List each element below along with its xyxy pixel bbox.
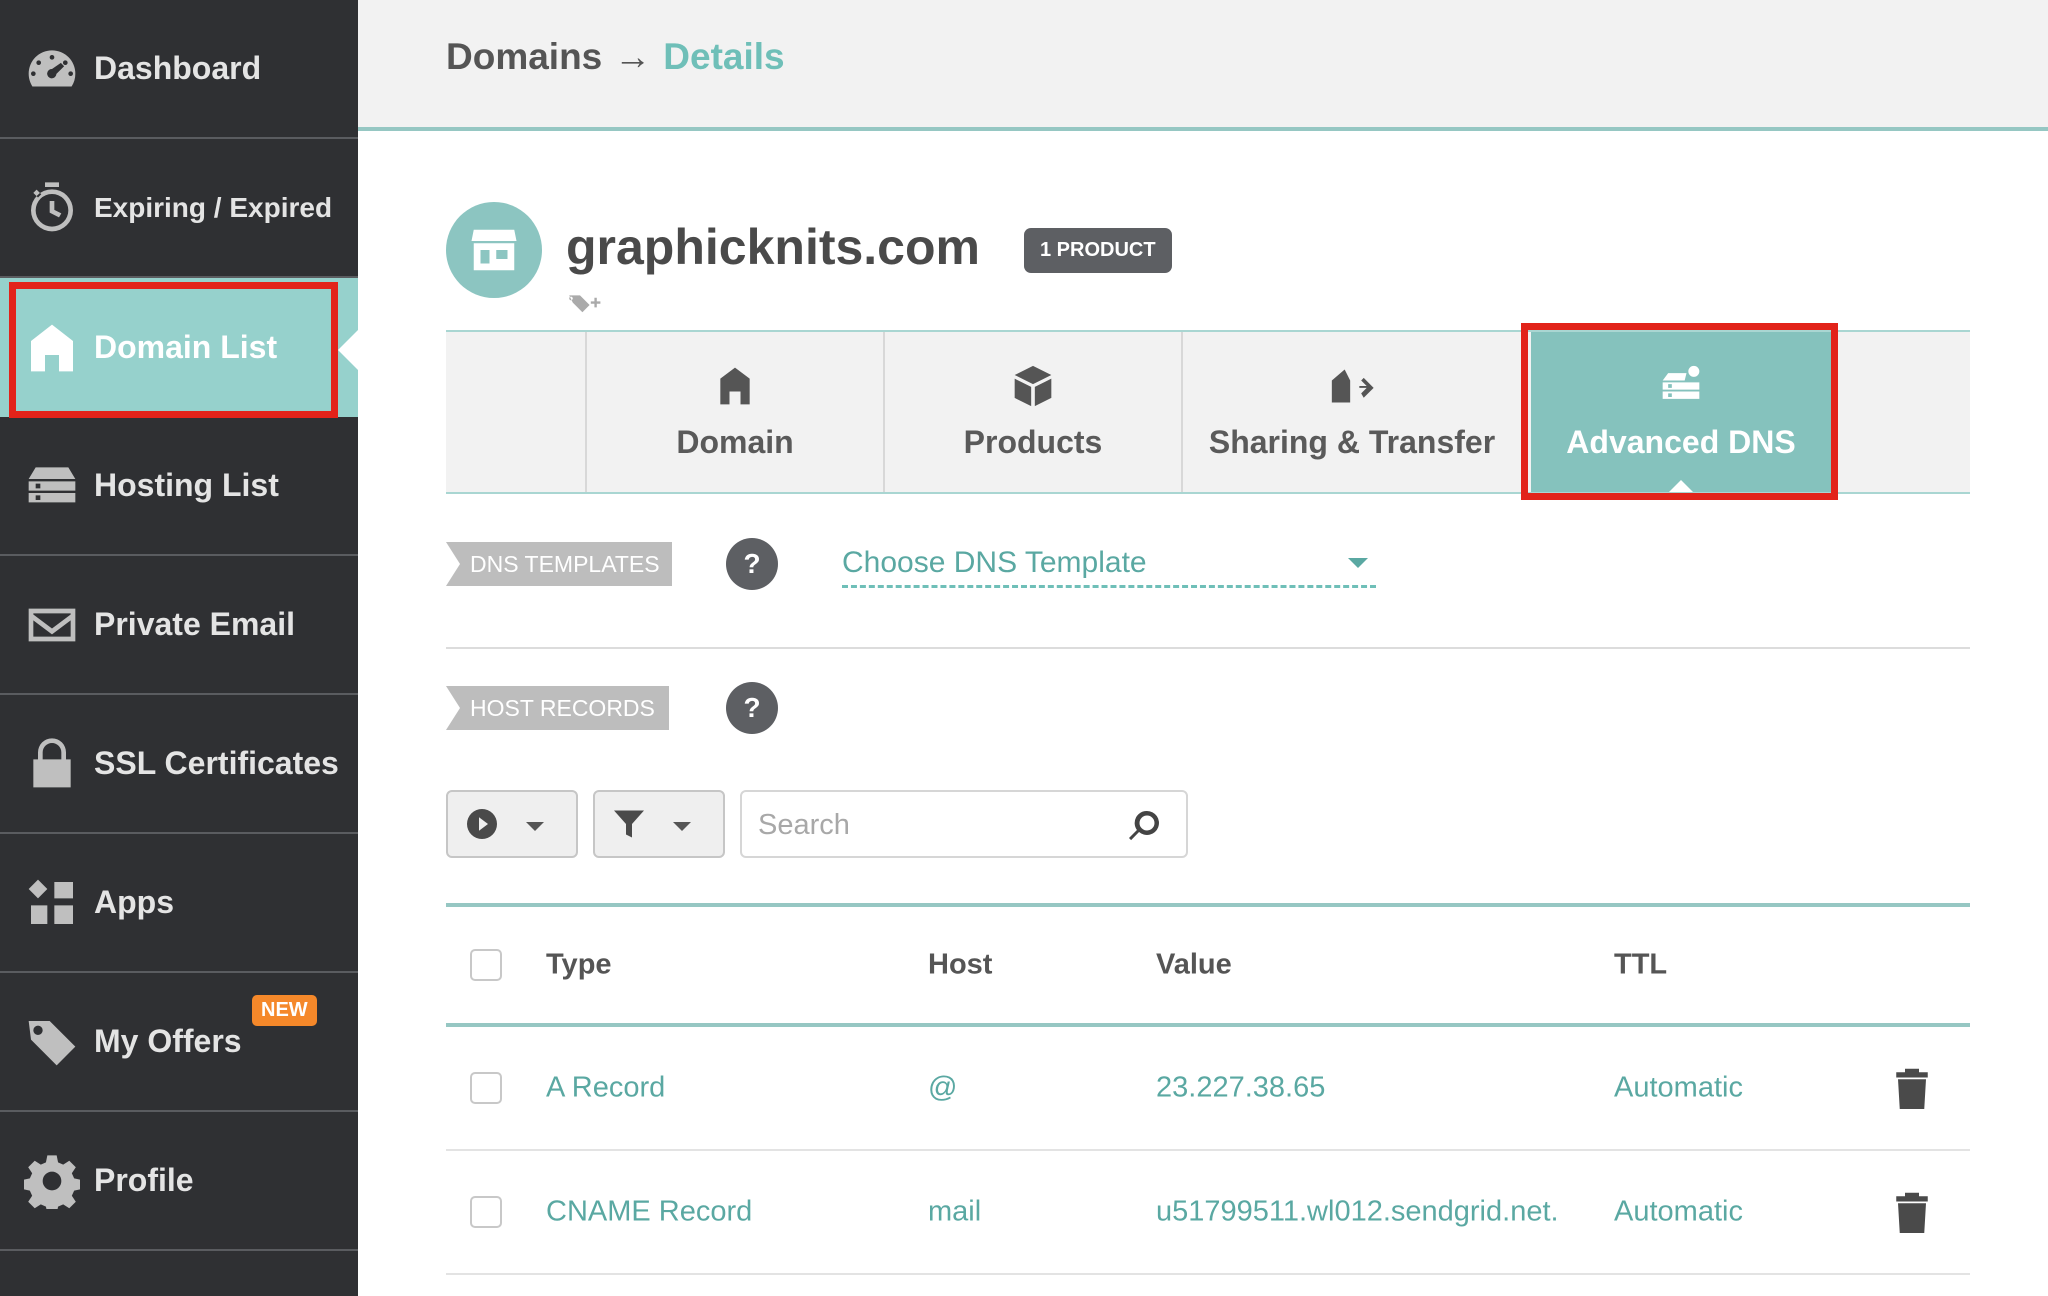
sidebar-item-hosting-list[interactable]: Hosting List xyxy=(0,417,358,556)
breadcrumb-root-link[interactable]: Domains xyxy=(446,36,602,78)
sidebar-item-label: Private Email xyxy=(94,606,295,642)
column-header-host[interactable]: Host xyxy=(928,949,992,982)
breadcrumb: Domains → Details xyxy=(446,36,785,78)
column-header-type[interactable]: Type xyxy=(546,949,612,982)
server-icon xyxy=(24,458,80,514)
breadcrumb-arrow: → xyxy=(614,36,652,77)
row-checkbox[interactable] xyxy=(470,1072,502,1104)
sidebar-item-label: My Offers xyxy=(94,1023,242,1059)
sidebar-item-label: Profile xyxy=(94,1162,194,1198)
sidebar-item-label: Domain List xyxy=(94,329,278,365)
lock-icon xyxy=(24,736,80,792)
chevron-down-icon xyxy=(673,822,691,831)
top-bar: Domains → Details xyxy=(358,0,2048,131)
tab-label: Domain xyxy=(676,423,794,460)
column-header-ttl[interactable]: TTL xyxy=(1614,949,1667,982)
table-header: Type Host Value TTL xyxy=(446,903,1970,1027)
sidebar-item-label: Hosting List xyxy=(94,467,279,503)
select-all-checkbox[interactable] xyxy=(470,949,502,981)
envelope-icon xyxy=(24,597,80,653)
search-box xyxy=(740,790,1188,858)
sidebar-item-profile[interactable]: Profile xyxy=(0,1112,358,1251)
dns-template-select-value: Choose DNS Template xyxy=(842,545,1147,579)
table-row[interactable]: CNAME Record mail u51799511.wl012.sendgr… xyxy=(446,1151,1970,1275)
sidebar-item-label: Dashboard xyxy=(94,50,262,86)
tab-products[interactable]: Products xyxy=(883,332,1181,492)
sidebar: Dashboard Expiring / Expired Domain List… xyxy=(0,0,358,1296)
sidebar-item-apps[interactable]: Apps xyxy=(0,834,358,973)
record-value: 23.227.38.65 xyxy=(1156,1071,1326,1104)
chevron-down-icon xyxy=(1348,558,1368,568)
timer-icon xyxy=(24,180,80,236)
chevron-down-icon xyxy=(526,822,544,831)
add-tag-icon[interactable] xyxy=(568,290,604,320)
record-host: @ xyxy=(928,1071,958,1104)
new-badge: NEW xyxy=(252,995,317,1026)
storefront-icon xyxy=(471,229,517,271)
dns-template-select[interactable]: Choose DNS Template xyxy=(842,540,1376,588)
record-type: CNAME Record xyxy=(546,1195,753,1228)
tab-label: Sharing & Transfer xyxy=(1208,423,1496,460)
home-icon xyxy=(713,364,757,408)
sidebar-item-label: Apps xyxy=(94,884,174,920)
sidebar-item-label: Expiring / Expired xyxy=(94,191,333,223)
sidebar-item-private-email[interactable]: Private Email xyxy=(0,556,358,695)
box-icon xyxy=(1011,364,1055,408)
sidebar-item-ssl-certificates[interactable]: SSL Certificates xyxy=(0,695,358,834)
host-records-label: HOST RECORDS xyxy=(446,686,669,730)
filter-icon xyxy=(611,806,647,842)
trash-icon[interactable] xyxy=(1894,1067,1930,1109)
sidebar-item-expiring[interactable]: Expiring / Expired xyxy=(0,139,358,278)
record-ttl: Automatic xyxy=(1614,1195,1743,1228)
speedometer-icon xyxy=(24,41,80,97)
domain-name: graphicknits.com xyxy=(566,219,980,275)
sidebar-item-dashboard[interactable]: Dashboard xyxy=(0,0,358,139)
sidebar-item-my-offers[interactable]: My Offers NEW xyxy=(0,973,358,1112)
tab-sharing-transfer[interactable]: Sharing & Transfer xyxy=(1181,332,1521,492)
sidebar-item-domain-list[interactable]: Domain List xyxy=(0,278,358,418)
record-value: u51799511.wl012.sendgrid.net. xyxy=(1156,1195,1559,1228)
host-records-help-button[interactable]: ? xyxy=(726,682,778,734)
breadcrumb-current: Details xyxy=(663,36,785,77)
actions-dropdown-button[interactable] xyxy=(446,790,578,858)
record-ttl: Automatic xyxy=(1614,1071,1743,1104)
record-host: mail xyxy=(928,1195,982,1228)
table-row[interactable]: A Record @ 23.227.38.65 Automatic xyxy=(446,1027,1970,1151)
record-type: A Record xyxy=(546,1071,666,1104)
apps-grid-icon xyxy=(24,875,80,931)
tag-icon xyxy=(24,1014,80,1070)
play-circle-icon xyxy=(464,806,500,842)
gear-icon xyxy=(24,1153,80,1209)
filter-dropdown-button[interactable] xyxy=(593,790,725,858)
highlight-box xyxy=(1521,323,1838,500)
section-divider xyxy=(446,647,1970,649)
home-icon xyxy=(24,320,80,376)
sidebar-item-label: SSL Certificates xyxy=(94,745,339,781)
host-records-table: Type Host Value TTL A Record @ 23.227.38… xyxy=(446,903,1970,1275)
product-count-badge[interactable]: 1 PRODUCT xyxy=(1024,228,1172,273)
tab-domain[interactable]: Domain xyxy=(585,332,883,492)
domain-avatar xyxy=(446,202,542,298)
dns-templates-help-button[interactable]: ? xyxy=(726,538,778,590)
share-transfer-icon xyxy=(1330,364,1374,408)
search-input[interactable] xyxy=(758,806,1118,844)
active-pointer xyxy=(338,330,358,370)
column-header-value[interactable]: Value xyxy=(1156,949,1232,982)
row-checkbox[interactable] xyxy=(470,1196,502,1228)
search-icon[interactable] xyxy=(1126,808,1162,844)
trash-icon[interactable] xyxy=(1894,1191,1930,1233)
dns-templates-label: DNS TEMPLATES xyxy=(446,542,672,586)
tab-label: Products xyxy=(963,423,1103,460)
